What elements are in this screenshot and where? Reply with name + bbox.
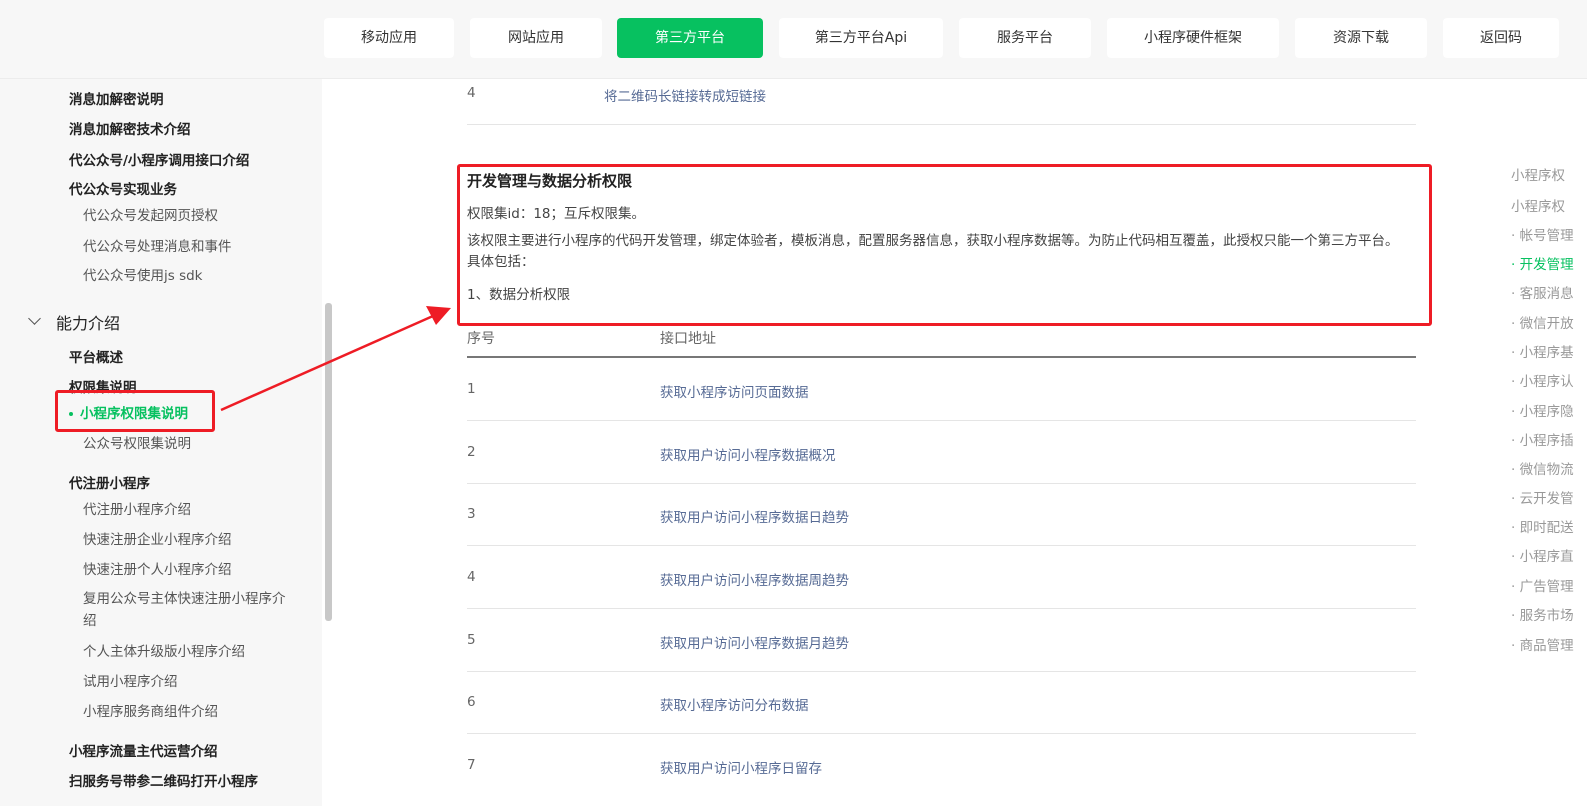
table-row-number: 2 (467, 444, 476, 460)
toc-item[interactable]: · 小程序认 (1511, 370, 1574, 390)
sidebar-item[interactable]: 代公众号/小程序调用接口介绍 (69, 149, 249, 169)
toc-item[interactable]: · 小程序基 (1511, 341, 1574, 361)
toc-item[interactable]: · 云开发管 (1511, 487, 1574, 507)
table-row-number: 4 (467, 569, 476, 585)
sidebar-item[interactable]: 代公众号处理消息和事件 (83, 235, 232, 255)
toc-item[interactable]: · 微信开放 (1511, 312, 1574, 332)
toc-item[interactable]: · 小程序隐 (1511, 400, 1574, 420)
sidebar-item[interactable]: 代注册小程序 (69, 472, 150, 492)
sidebar-item[interactable]: 代公众号使用js sdk (83, 264, 203, 284)
toc-item[interactable]: · 微信物流 (1511, 458, 1574, 478)
toc-item[interactable]: · 帐号管理 (1511, 224, 1574, 244)
nav-third-party-platform[interactable]: 第三方平台 (617, 18, 763, 58)
nav-return-code[interactable]: 返回码 (1443, 18, 1559, 58)
row-divider (467, 124, 1416, 125)
table-header-number: 序号 (467, 331, 495, 347)
toc-item[interactable]: · 即时配送 (1511, 516, 1574, 536)
sidebar-item[interactable]: 小程序服务商组件介绍 (83, 700, 218, 720)
toc-item[interactable]: 小程序权 (1511, 195, 1565, 215)
table-row-link[interactable]: 获取用户访问小程序数据周趋势 (660, 569, 849, 589)
table-header-divider (467, 356, 1416, 358)
toc-item[interactable]: · 客服消息 (1511, 282, 1574, 302)
sidebar-item[interactable]: 快速注册个人小程序介绍 (83, 558, 232, 578)
sidebar-item[interactable]: 代注册小程序介绍 (83, 498, 191, 518)
chevron-down-icon[interactable] (28, 312, 41, 325)
highlight-box-permission (457, 164, 1432, 326)
nav-resource-download[interactable]: 资源下载 (1295, 18, 1427, 58)
table-row-link[interactable]: 获取小程序访问分布数据 (660, 694, 809, 714)
sidebar-item[interactable]: 个人主体升级版小程序介绍 (83, 640, 245, 660)
toc-item[interactable]: · 开发管理 (1511, 253, 1574, 273)
table-row-link[interactable]: 获取小程序访问页面数据 (660, 381, 809, 401)
sidebar-item[interactable]: 试用小程序介绍 (83, 670, 178, 690)
sidebar-item[interactable]: 消息加解密说明 (69, 88, 164, 108)
table-header-api: 接口地址 (660, 331, 716, 347)
table-row-number: 6 (467, 694, 476, 710)
row-divider (467, 671, 1416, 672)
table-row-link[interactable]: 获取用户访问小程序日留存 (660, 757, 822, 777)
table-row-link[interactable]: 获取用户访问小程序数据月趋势 (660, 632, 849, 652)
table-row-link[interactable]: 获取用户访问小程序数据概况 (660, 444, 836, 464)
row-divider (467, 420, 1416, 421)
sidebar-item[interactable]: 平台概述 (69, 346, 123, 366)
row-divider (467, 545, 1416, 546)
table-row-number: 1 (467, 381, 476, 397)
table-row-number: 3 (467, 506, 476, 522)
sidebar-item[interactable]: 快速注册企业小程序介绍 (83, 528, 232, 548)
nav-third-party-api[interactable]: 第三方平台Api (779, 18, 943, 58)
row-divider (467, 608, 1416, 609)
table-row-number: 7 (467, 757, 476, 773)
sidebar-item[interactable]: 扫服务号带参二维码打开小程序 (69, 770, 258, 790)
sidebar-section-capabilities[interactable]: 能力介绍 (56, 310, 120, 334)
toc-item[interactable]: · 小程序插 (1511, 429, 1574, 449)
row-divider (467, 733, 1416, 734)
sidebar-item[interactable]: 代公众号发起网页授权 (83, 204, 218, 224)
nav-mobile-app[interactable]: 移动应用 (324, 18, 454, 58)
row-divider (467, 483, 1416, 484)
sidebar-item[interactable]: 小程序流量主代运营介绍 (69, 740, 218, 760)
toc-item[interactable]: · 小程序直 (1511, 545, 1574, 565)
top-nav-bar: 移动应用 网站应用 第三方平台 第三方平台Api 服务平台 小程序硬件框架 资源… (0, 0, 1587, 79)
toc-item[interactable]: · 商品管理 (1511, 634, 1574, 654)
highlight-box-sidebar (55, 390, 215, 432)
table-row-link[interactable]: 获取用户访问小程序数据日趋势 (660, 506, 849, 526)
sidebar-item[interactable]: 消息加解密技术介绍 (69, 118, 191, 138)
nav-website-app[interactable]: 网站应用 (470, 18, 602, 58)
toc-item[interactable]: · 广告管理 (1511, 575, 1574, 595)
nav-mp-hardware[interactable]: 小程序硬件框架 (1107, 18, 1279, 58)
toc-item[interactable]: 小程序权 (1511, 164, 1565, 184)
left-sidebar: 消息加解密说明 消息加解密技术介绍 代公众号/小程序调用接口介绍 代公众号实现业… (0, 79, 322, 806)
sidebar-item[interactable]: 复用公众号主体快速注册小程序介绍 (83, 588, 298, 632)
table-row-link[interactable]: 将二维码长链接转成短链接 (604, 85, 766, 105)
sidebar-scrollbar[interactable] (325, 303, 332, 621)
nav-service-platform[interactable]: 服务平台 (959, 18, 1091, 58)
sidebar-item[interactable]: 公众号权限集说明 (83, 432, 191, 452)
toc-item[interactable]: · 服务市场 (1511, 604, 1574, 624)
arrow-head-icon (426, 306, 451, 325)
sidebar-item[interactable]: 代公众号实现业务 (69, 178, 177, 198)
table-row-number: 5 (467, 632, 476, 648)
table-row-number: 4 (467, 85, 476, 101)
